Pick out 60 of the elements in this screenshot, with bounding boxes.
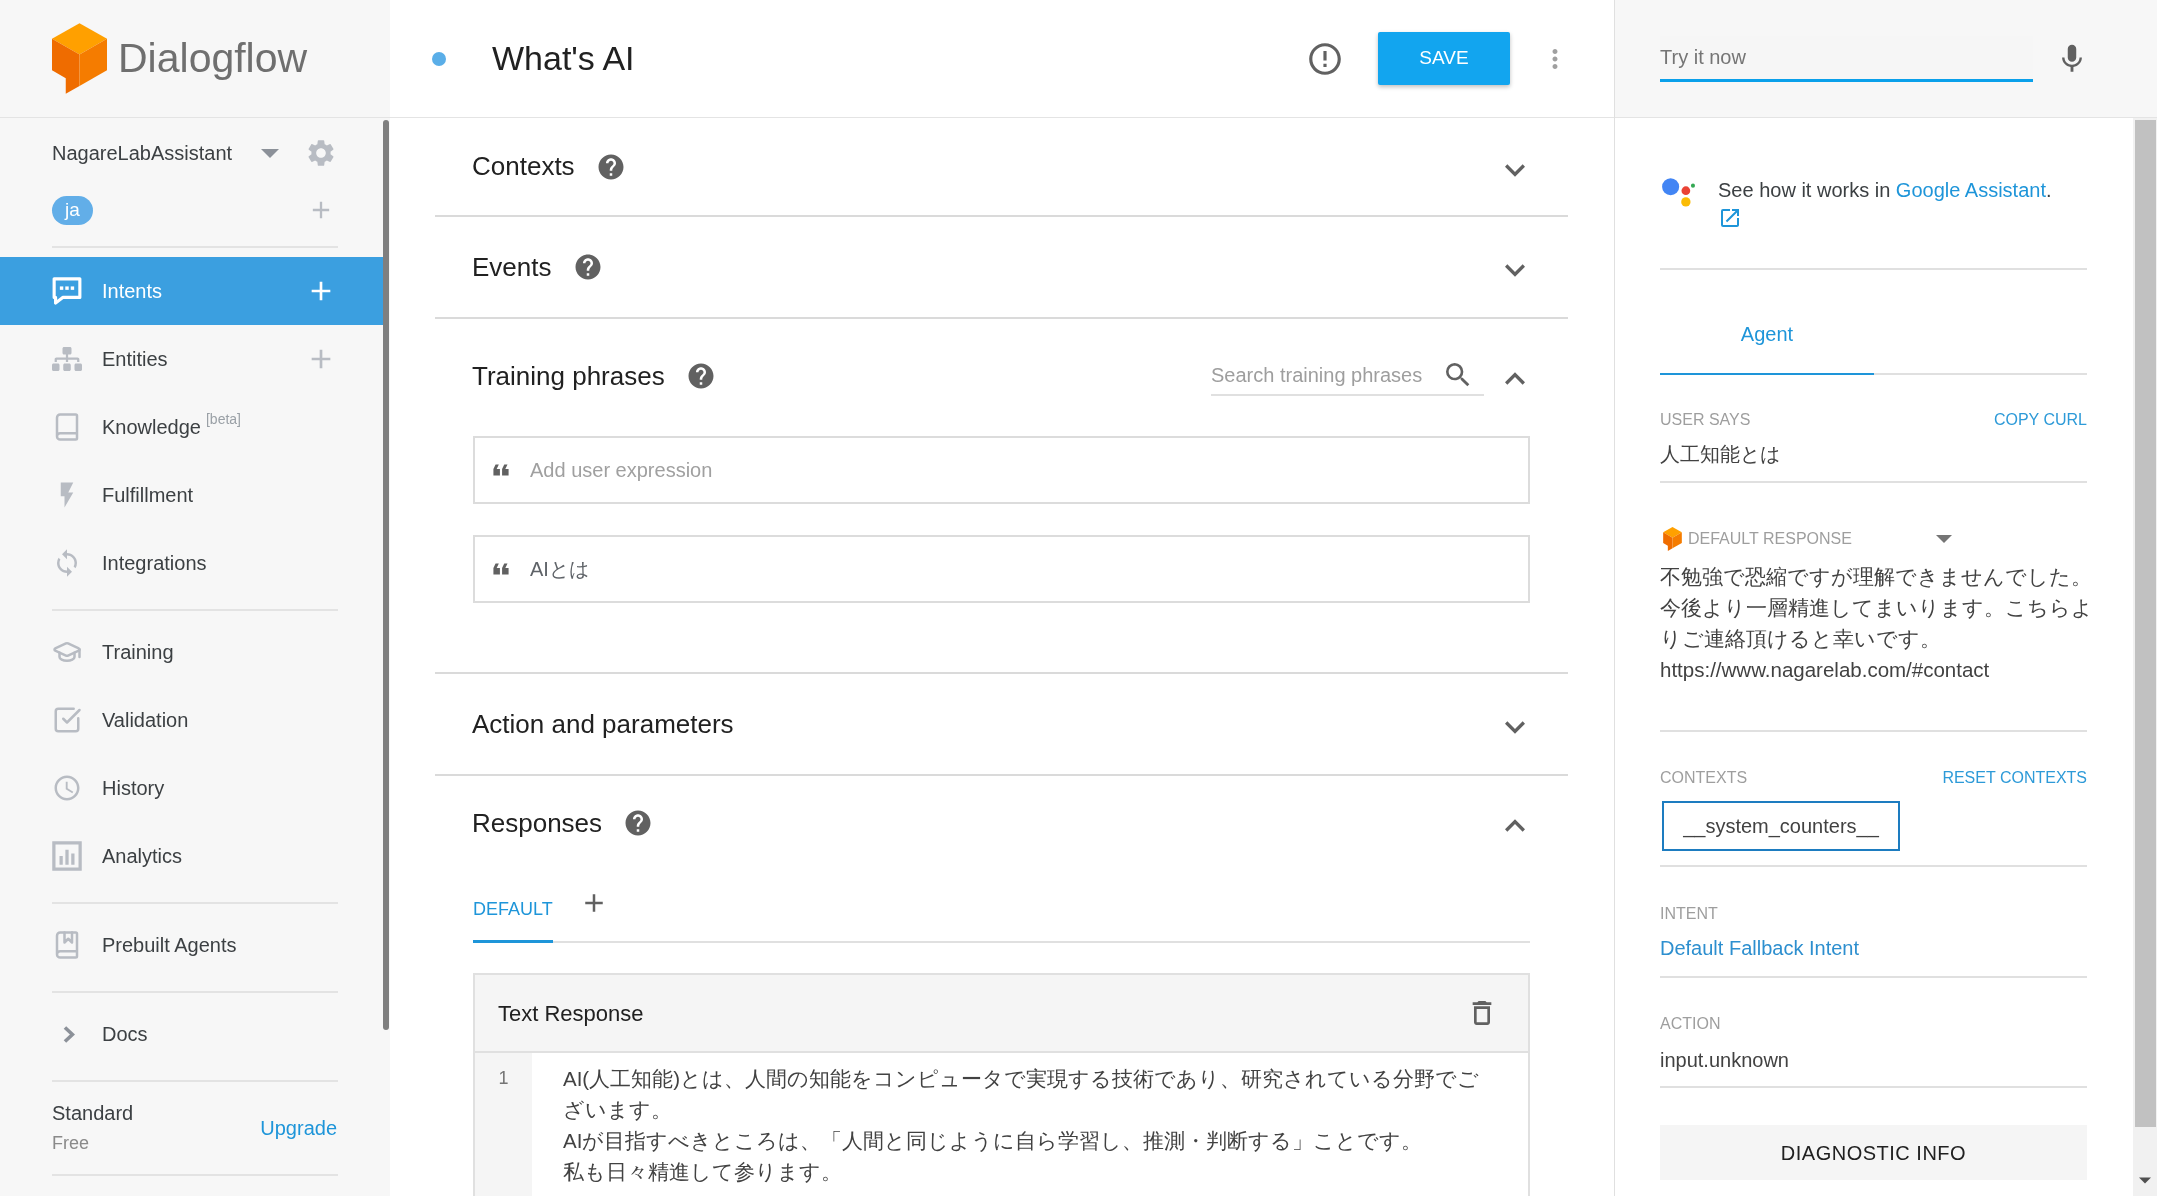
training-phrase-input[interactable]: AIとは (530, 554, 1528, 584)
bar-chart-icon (52, 841, 82, 871)
scrollbar-thumb[interactable] (383, 120, 389, 1030)
nav-item[interactable]: Validation (0, 686, 383, 754)
intent-link[interactable]: Default Fallback Intent (1660, 933, 1859, 963)
assistant-note: See how it works in Google Assistant. (1718, 178, 2052, 203)
dropdown-caret-icon[interactable] (261, 148, 279, 158)
user-says-text: 人工知能とは (1660, 442, 1781, 467)
action-text: input.unknown (1660, 1048, 1789, 1073)
intent-title: What's AI (492, 38, 635, 79)
training-phrase-field[interactable]: AIとは (473, 535, 1530, 603)
sitemap-icon (52, 344, 82, 374)
nav-item[interactable]: Analytics (0, 822, 383, 890)
checkbox-icon (52, 705, 82, 735)
response-line: AI(人工知能)とは、人間の知能をコンピュータで実現する技術であり、研究されている分野でございます。 (563, 1066, 1481, 1123)
nav-item[interactable]: Docs (0, 1000, 383, 1068)
try-it-input[interactable]: Try it now (1660, 42, 2033, 72)
line-number: 1 (475, 1053, 532, 1196)
field-label: CONTEXTS (1660, 768, 1748, 788)
user-expression-input[interactable]: Add user expression (530, 455, 1528, 485)
four-dots-icon (1662, 178, 1695, 207)
speech-bubble-icon (52, 276, 82, 306)
section-title[interactable]: Responses (472, 803, 603, 843)
scroll-down-arrow-icon[interactable] (2139, 1177, 2151, 1184)
field-label: INTENT (1660, 904, 1718, 924)
response-text: https://www.nagarelab.com/#contact (1660, 657, 1990, 683)
dropdown-caret-icon[interactable] (1936, 535, 1952, 543)
brand-name: Dialogflow (118, 33, 308, 83)
nav-item[interactable]: Training (0, 618, 383, 686)
response-text: 不勉強で恐縮ですが理解できませんでした。今後より一層精進してまいります。こちらよりご連絡頂けると幸いです。 (1660, 564, 2094, 652)
search-field[interactable]: Search training phrases (1211, 360, 1442, 390)
nav-item[interactable]: Fulfillment (0, 461, 383, 529)
card-title: Text Response (498, 999, 644, 1028)
nav-item[interactable]: Prebuilt Agents (0, 911, 383, 979)
context-chip[interactable]: __system_counters__ (1662, 801, 1900, 851)
diagnostic-info-button[interactable]: DIAGNOSTIC INFO (1660, 1125, 2087, 1180)
response-text-field[interactable]: AI(人工知能)とは、人間の知能をコンピュータで実現する技術であり、研究されている分野でございます。 AIが目指すべきところは、「人間と同じように自ら学習し、推測・判断する」ことです。 私も日々精進して参ります。 (532, 1053, 1483, 1196)
section-title[interactable]: Action and parameters (472, 704, 734, 744)
nav-item[interactable]: History (0, 754, 383, 822)
section-title[interactable]: Contexts (472, 147, 575, 186)
field-label: ACTION (1660, 1014, 1721, 1034)
field-label: USER SAYS (1660, 410, 1751, 430)
external-link-icon[interactable] (1718, 206, 1742, 230)
section-title[interactable]: Training phrases (472, 356, 665, 396)
beta-label: [beta] (205, 409, 241, 429)
nav-item[interactable]: Integrations (0, 529, 383, 597)
cube-logo-icon (52, 23, 107, 94)
plan-name: Standard (52, 1101, 134, 1126)
cube-icon (1663, 527, 1682, 551)
chevron-right-icon (63, 1024, 75, 1044)
nav-item[interactable]: Entities (0, 325, 383, 393)
response-line: 私も日々精進して参ります。 (563, 1159, 842, 1185)
clock-icon (52, 773, 82, 803)
response-line: AIが目指すべきところは、「人間と同じように自ら学習し、推測・判断する」ことです。 (563, 1128, 1423, 1154)
field-label: DEFAULT RESPONSE (1688, 529, 1852, 549)
plan-price-label: Free (52, 1132, 89, 1155)
section-title[interactable]: Events (472, 247, 552, 287)
agent-name[interactable]: NagareLabAssistant (52, 138, 261, 168)
user-expression-field[interactable]: Add user expression (473, 436, 1530, 504)
nav-item[interactable]: Knowledge [beta] (0, 393, 383, 461)
